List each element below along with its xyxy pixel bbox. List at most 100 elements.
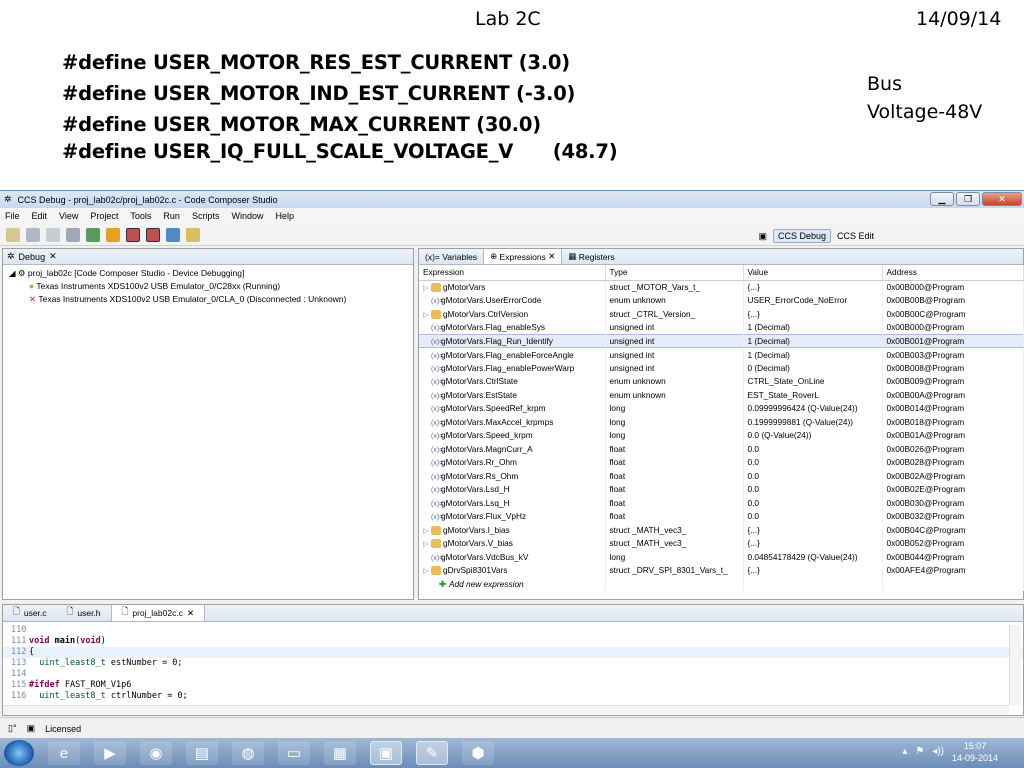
menu-view[interactable]: View	[59, 211, 78, 221]
tab-expressions[interactable]: ⊕ Expressions ✕	[483, 249, 563, 264]
table-row[interactable]: ▷ gMotorVars.V_bias struct _MATH_vec3_ {...…	[419, 536, 1024, 550]
perspective-ccs-debug[interactable]: CCS Debug	[772, 229, 831, 243]
cell-value[interactable]: USER_ErrorCode_NoError	[743, 293, 883, 307]
cell-value[interactable]: 0.0	[743, 442, 883, 456]
close-button[interactable]: ✕	[982, 192, 1022, 206]
flash-icon[interactable]	[106, 227, 120, 242]
column-header-value[interactable]: Value	[743, 265, 883, 281]
start-button[interactable]	[4, 740, 34, 766]
breakpoint-icon[interactable]	[126, 227, 140, 242]
editor-tab-user-h[interactable]: 🗋 user.h	[57, 605, 111, 621]
expand-arrow-icon[interactable]: ▷	[423, 284, 431, 292]
table-row[interactable]: (x)=gMotorVars.Rs_Ohm float 0.0 0x00B02A@Pr…	[419, 469, 1024, 483]
menu-help[interactable]: Help	[275, 211, 294, 221]
column-header-address[interactable]: Address	[882, 265, 1024, 281]
open-perspective-icon[interactable]: ▣	[758, 231, 767, 242]
table-row[interactable]: (x)=gMotorVars.SpeedRef_krpm long 0.099999…	[419, 401, 1024, 415]
firefox-taskbar-icon[interactable]: ◍	[232, 741, 264, 765]
menu-file[interactable]: File	[5, 211, 20, 221]
minimize-button[interactable]: ▁	[930, 192, 954, 206]
explorer-taskbar-icon[interactable]: ▤	[186, 741, 218, 765]
maximize-button[interactable]: ❐	[956, 192, 980, 206]
connect-icon[interactable]	[166, 227, 180, 242]
tab-variables[interactable]: (x)= Variables	[419, 249, 483, 264]
media-player-taskbar-icon[interactable]: ▶	[94, 741, 126, 765]
skip-breakpoints-icon[interactable]	[146, 227, 160, 242]
column-header-type[interactable]: Type	[605, 265, 744, 281]
cell-value[interactable]: 1 (Decimal)	[743, 333, 883, 348]
editor-tab-proj-lab02c-c[interactable]: 🗋 proj_lab02c.c ✕	[110, 605, 206, 621]
status-icon[interactable]: ▯°	[8, 723, 17, 734]
cell-value[interactable]: EST_State_RoverL	[743, 388, 883, 402]
debug-view-tab[interactable]: ✲ Debug ✕	[3, 249, 413, 265]
table-row[interactable]: ▷ gDrvSpi8301Vars struct _DRV_SPI_8301_Var…	[419, 563, 1024, 577]
tray-arrow-icon[interactable]: ▴	[902, 746, 907, 757]
cell-value[interactable]: 0.0	[743, 455, 883, 469]
menu-run[interactable]: Run	[163, 211, 180, 221]
cell-value[interactable]: CTRL_State_OnLine	[743, 374, 883, 388]
table-row[interactable]: ▷ gMotorVars.I_bias struct _MATH_vec3_ {...…	[419, 523, 1024, 537]
menu-scripts[interactable]: Scripts	[192, 211, 220, 221]
table-row[interactable]: (x)=gMotorVars.Lsd_H float 0.0 0x00B02E@Pro…	[419, 482, 1024, 496]
save-icon[interactable]	[26, 227, 40, 242]
expand-arrow-icon[interactable]: ▷	[423, 540, 431, 548]
powerpoint-taskbar-icon[interactable]: ▣	[370, 741, 402, 765]
build-icon[interactable]	[66, 227, 80, 242]
menu-tools[interactable]: Tools	[130, 211, 151, 221]
editor-vertical-scrollbar[interactable]	[1009, 625, 1021, 705]
print-icon[interactable]	[46, 227, 60, 242]
folder-taskbar-icon[interactable]: ▭	[278, 741, 310, 765]
cell-value[interactable]: 0.0	[743, 482, 883, 496]
table-row[interactable]: (x)=gMotorVars.Flag_enableSys unsigned in…	[419, 320, 1024, 334]
ie-taskbar-icon[interactable]: e	[48, 741, 80, 765]
editor-tab-user-c[interactable]: 🗋 user.c	[3, 605, 57, 621]
volume-icon[interactable]: ◂))	[932, 746, 944, 757]
table-row[interactable]: (x)=gMotorVars.MaxAccel_krpmps long 0.1999…	[419, 415, 1024, 429]
table-row[interactable]: (x)=gMotorVars.Speed_krpm long 0.0 (Q-Valu…	[419, 428, 1024, 442]
close-tab-icon[interactable]: ✕	[187, 608, 194, 619]
table-row[interactable]: (x)=gMotorVars.Flag_enableForceAngle unsi…	[419, 347, 1024, 361]
table-row[interactable]: (x)=gMotorVars.Rr_Ohm float 0.0 0x00B028@Pr…	[419, 455, 1024, 469]
table-row[interactable]: (x)=gMotorVars.Flag_enablePowerWarp unsig…	[419, 361, 1024, 375]
cell-value[interactable]: {...}	[743, 563, 883, 577]
cell-value[interactable]: 0.04854178429 (Q-Value(24))	[743, 550, 883, 564]
cell-value[interactable]: 1 (Decimal)	[743, 347, 883, 361]
cell-value[interactable]: 1 (Decimal)	[743, 320, 883, 334]
expand-arrow-icon[interactable]: ▷	[423, 527, 431, 535]
table-row[interactable]: (x)=gMotorVars.Flux_VpHz float 0.0 0x00B032…	[419, 509, 1024, 523]
expand-arrow-icon[interactable]: ▷	[423, 567, 431, 575]
chrome-taskbar-icon[interactable]: ◉	[140, 741, 172, 765]
table-row[interactable]: (x)=gMotorVars.MagnCurr_A float 0.0 0x00B02…	[419, 442, 1024, 456]
cell-value[interactable]: 0.0	[743, 496, 883, 510]
expand-arrow-icon[interactable]: ▷	[423, 311, 431, 319]
add-expression-cell[interactable]: ✚ Add new expression	[419, 577, 606, 591]
debug-tree-root[interactable]: ◢ ⚙ proj_lab02c [Code Composer Studio - …	[9, 267, 413, 280]
debug-tree-item[interactable]: ● Texas Instruments XDS100v2 USB Emulato…	[9, 280, 413, 293]
ccs-taskbar-icon[interactable]: ✎	[416, 741, 448, 765]
table-row[interactable]: (x)=gMotorVars.CtrlState enum unknown CTRL…	[419, 374, 1024, 388]
taskbar-clock[interactable]: 15:07 14-09-2014	[952, 740, 998, 764]
perspective-ccs-edit[interactable]: CCS Edit	[837, 231, 874, 241]
calculator-taskbar-icon[interactable]: ▦	[324, 741, 356, 765]
debug-tree-item[interactable]: ✕ Texas Instruments XDS100v2 USB Emulato…	[9, 293, 413, 306]
table-row[interactable]: ▷ gMotorVars struct _MOTOR_Vars_t_ {...} 0x0…	[419, 280, 1024, 294]
collapse-arrow-icon[interactable]: ◢	[9, 268, 16, 278]
cell-value[interactable]: 0.1999999881 (Q-Value(24))	[743, 415, 883, 429]
cell-value[interactable]: 0.0	[743, 509, 883, 523]
column-header-expression[interactable]: Expression	[419, 265, 606, 281]
cell-value[interactable]: 0 (Decimal)	[743, 361, 883, 375]
package-taskbar-icon[interactable]: ⬢	[462, 741, 494, 765]
table-row[interactable]: (x)=gMotorVars.VdcBus_kV long 0.0485417842…	[419, 550, 1024, 564]
table-row[interactable]: ▷ gMotorVars.CtrlVersion struct _CTRL_Vers…	[419, 307, 1024, 321]
cell-value[interactable]: {...}	[743, 280, 883, 294]
table-row[interactable]: (x)=gMotorVars.Lsq_H float 0.0 0x00B030@Pro…	[419, 496, 1024, 510]
menu-edit[interactable]: Edit	[32, 211, 48, 221]
table-row[interactable]: (x)=gMotorVars.EstState enum unknown EST_S…	[419, 388, 1024, 402]
cell-value[interactable]: {...}	[743, 523, 883, 537]
cell-value[interactable]: 0.0	[743, 469, 883, 483]
table-row[interactable]: (x)=gMotorVars.Flag_Run_Identify unsigned…	[419, 333, 1024, 348]
close-tab-icon[interactable]: ✕	[49, 251, 57, 262]
close-tab-icon[interactable]: ✕	[548, 251, 555, 262]
editor-horizontal-scrollbar[interactable]	[3, 705, 1009, 715]
pen-icon[interactable]	[186, 227, 200, 242]
